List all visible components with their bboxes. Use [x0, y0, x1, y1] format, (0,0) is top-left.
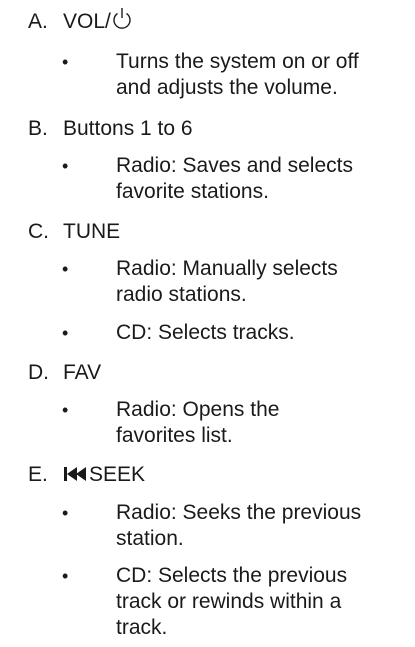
item-c-letter: C.: [28, 220, 49, 243]
bullet-dot: •: [62, 259, 69, 279]
item-b-letter: B.: [28, 117, 48, 140]
bullet-dot: •: [62, 52, 69, 72]
item-a-heading: A. VOL/: [28, 7, 133, 37]
item-d-bullet-1-line-2: favorites list.: [116, 424, 233, 447]
item-b-bullet-1-line-1: Radio: Saves and selects: [116, 154, 353, 177]
item-e-heading: E. SEEK: [28, 463, 145, 490]
item-b-heading: B. Buttons 1 to 6: [28, 117, 193, 141]
item-e-bullet-2-line-1: CD: Selects the previous: [116, 564, 348, 587]
bullet-dot: •: [62, 400, 69, 420]
seek-back-icon: [63, 464, 89, 490]
control-list: A. VOL/ • Turns the system on or off and …: [0, 0, 415, 647]
item-a-bullet-1-line-1: Turns the system on or off: [116, 50, 359, 73]
item-e-bullet-1-line-2: station.: [116, 527, 184, 550]
item-d-heading: D. FAV: [28, 361, 101, 385]
item-d-letter: D.: [28, 361, 49, 384]
item-c-heading: C. TUNE: [28, 220, 120, 244]
bullet-dot: •: [62, 503, 69, 523]
item-e-label: SEEK: [89, 463, 146, 486]
item-b-bullet-1-line-2: favorite stations.: [116, 180, 269, 203]
item-a-bullet-1-line-2: and adjusts the volume.: [116, 76, 338, 99]
item-e-letter: E.: [28, 463, 48, 486]
item-a-label: VOL/: [63, 10, 111, 33]
item-c-bullet-2-line-1: CD: Selects tracks.: [116, 321, 295, 344]
item-e-bullet-2-line-2: track or rewinds within a: [116, 590, 342, 613]
item-b-label: Buttons 1 to 6: [63, 117, 193, 140]
power-icon: [111, 7, 133, 37]
item-d-label: FAV: [63, 361, 102, 384]
item-e-bullet-1-line-1: Radio: Seeks the previous: [116, 501, 362, 524]
item-d-bullet-1-line-1: Radio: Opens the: [116, 398, 280, 421]
bullet-dot: •: [62, 323, 69, 343]
bullet-dot: •: [62, 156, 69, 176]
item-c-bullet-1-line-2: radio stations.: [116, 283, 247, 306]
item-a-letter: A.: [28, 10, 48, 33]
item-c-bullet-1-line-1: Radio: Manually selects: [116, 257, 338, 280]
bullet-dot: •: [62, 566, 69, 586]
item-e-bullet-2-line-3: track.: [116, 616, 168, 639]
item-c-label: TUNE: [63, 220, 121, 243]
